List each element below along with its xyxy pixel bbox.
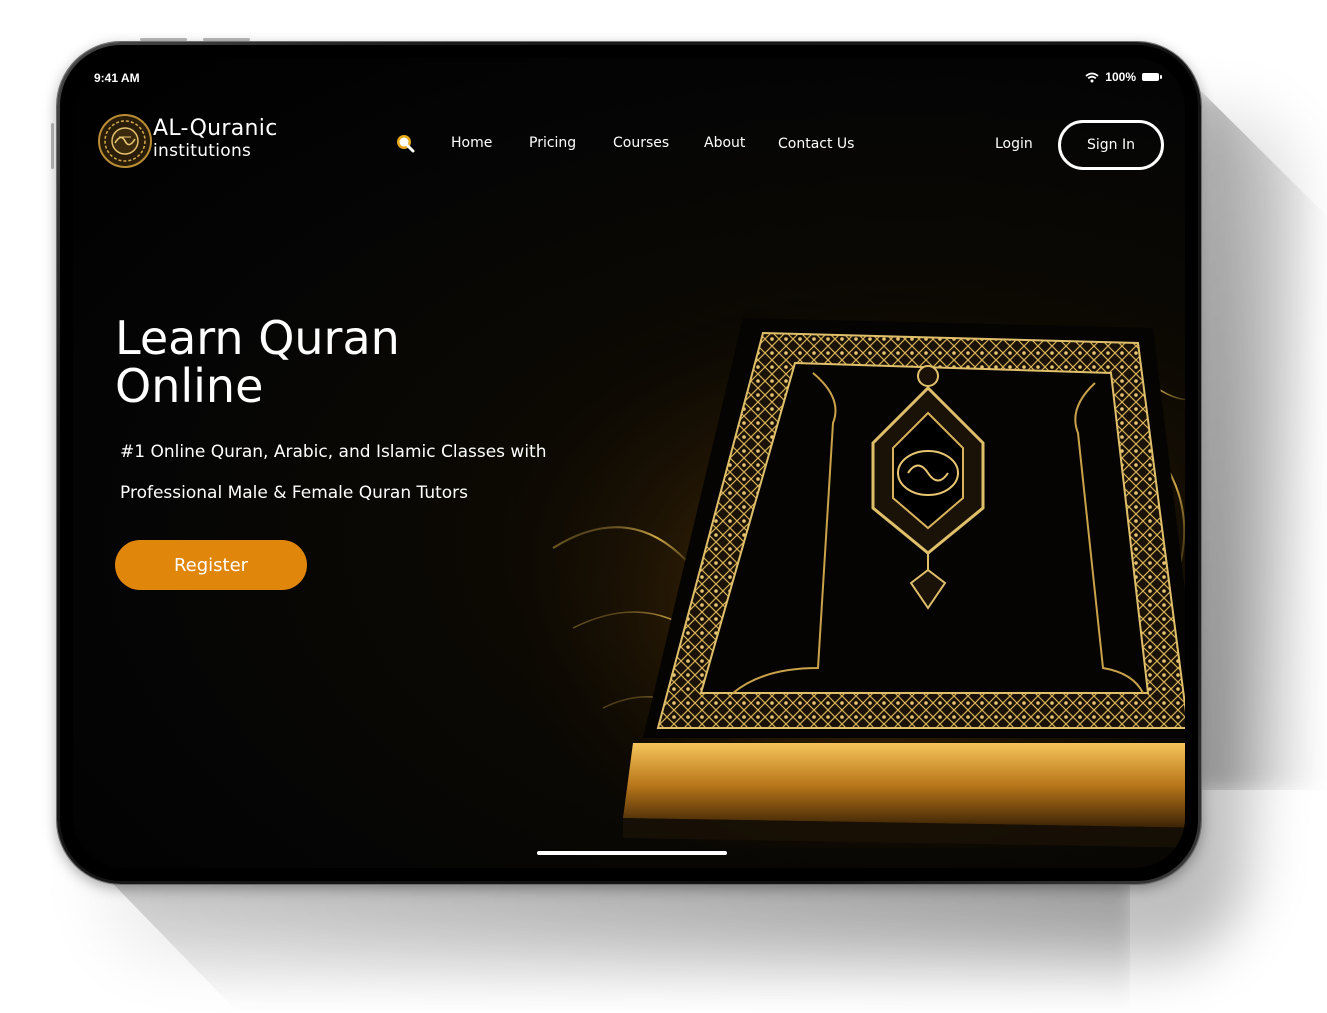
power-button xyxy=(51,123,54,169)
volume-button xyxy=(203,38,250,41)
status-indicators: 100% xyxy=(1085,70,1162,84)
nav-pricing[interactable]: Pricing xyxy=(529,135,576,151)
screen: 9:41 AM 100% AL-Quranic institutions Hom… xyxy=(73,58,1185,868)
search-icon[interactable] xyxy=(393,131,417,155)
hero-title-line2: Online xyxy=(115,359,264,413)
brand[interactable]: AL-Quranic institutions xyxy=(153,116,278,162)
hero-title-line1: Learn Quran xyxy=(115,311,400,365)
brand-name: AL-Quranic xyxy=(153,116,278,141)
volume-button xyxy=(140,38,187,41)
register-button[interactable]: Register xyxy=(115,540,307,590)
nav-contact-us[interactable]: Contact Us xyxy=(778,136,854,152)
logo-icon xyxy=(98,114,152,168)
nav-home[interactable]: Home xyxy=(451,135,492,151)
brand-subtitle: institutions xyxy=(153,141,252,161)
battery-icon xyxy=(1142,73,1162,81)
nav-courses[interactable]: Courses xyxy=(613,135,669,151)
battery-percent: 100% xyxy=(1105,70,1136,84)
tablet-frame: 9:41 AM 100% AL-Quranic institutions Hom… xyxy=(57,42,1201,884)
hero-subtitle: #1 Online Quran, Arabic, and Islamic Cla… xyxy=(120,432,590,514)
hero-subtitle-line2: Professional Male & Female Quran Tutors xyxy=(120,483,469,503)
status-time: 9:41 AM xyxy=(94,71,140,85)
quran-book-image xyxy=(513,278,1185,848)
device-shadow-right xyxy=(1200,90,1327,790)
nav-about[interactable]: About xyxy=(704,135,745,151)
hero-title: Learn Quran Online xyxy=(115,314,535,410)
login-link[interactable]: Login xyxy=(995,136,1033,152)
home-indicator[interactable] xyxy=(537,851,727,855)
hero-subtitle-line1: #1 Online Quran, Arabic, and Islamic Cla… xyxy=(120,442,547,462)
sign-in-button[interactable]: Sign In xyxy=(1058,120,1164,170)
wifi-icon xyxy=(1085,72,1099,82)
